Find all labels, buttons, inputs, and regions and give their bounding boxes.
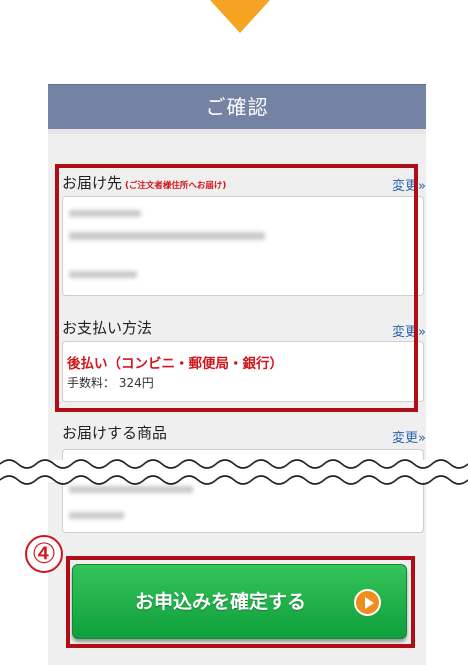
play-icon xyxy=(354,589,381,616)
step-number-icon: ④ xyxy=(25,535,63,573)
confirm-order-button[interactable]: お申込みを確定する xyxy=(72,564,407,639)
blurred-product-qty xyxy=(69,512,124,519)
down-arrow-icon xyxy=(210,0,270,33)
page-title: ご確認 xyxy=(48,84,426,134)
cut-divider xyxy=(0,459,468,485)
delivery-payment-highlight xyxy=(55,164,418,412)
products-change-link[interactable]: 変更» xyxy=(392,427,426,446)
products-heading: お届けする商品 xyxy=(62,424,168,442)
confirm-order-label: お申込みを確定する xyxy=(135,591,307,613)
